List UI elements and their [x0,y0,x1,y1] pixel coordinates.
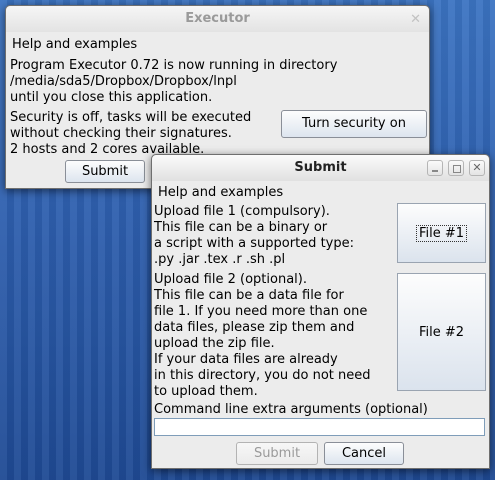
file2-line-2: This file can be a data file for [154,288,344,303]
args-label: Command line extra arguments (optional) [154,402,428,417]
executor-title: Executor [185,11,250,26]
close-icon[interactable]: ✕ [469,160,485,176]
args-input[interactable] [154,418,485,436]
file2-button-label: File #2 [418,324,465,340]
status-line-1: Program Executor 0.72 is now running in … [10,58,338,73]
file2-line-3: file 1. If you need more than one [154,304,368,319]
menu-help-and-examples[interactable]: Help and examples [12,37,137,52]
submit-button[interactable]: Submit [236,442,318,465]
submit-title: Submit [294,160,347,175]
file2-line-5: upload the zip file. [154,336,275,351]
executor-titlebar[interactable]: Executor [6,6,429,32]
status-line-2: /media/sda5/Dropbox/Dropbox/lnpl [10,74,237,89]
file1-line-2: This file can be a binary or [154,220,328,235]
file1-button[interactable]: File #1 [397,203,486,263]
executor-menubar: Help and examples [6,34,429,55]
status-line-3: until you close this application. [10,90,213,105]
file2-line-1: Upload file 2 (optional). [154,272,307,287]
file1-line-1: Upload file 1 (compulsory). [154,204,330,219]
file2-line-6: If your data files are already [154,352,338,367]
minimize-icon[interactable] [427,160,443,176]
file2-line-8: to upload them. [154,384,258,399]
file2-button[interactable]: File #2 [397,273,486,391]
security-line-1: Security is off, tasks will be executed [10,110,252,125]
file2-line-4: data files, please zip them and [154,320,355,335]
file1-line-3: a script with a supported type: [154,236,354,251]
submit-dialog: Submit ✕ Help and examples Upload file 1… [151,154,490,469]
maximize-icon[interactable] [448,160,464,176]
file2-line-7: in this directory, you do not need [154,368,371,383]
close-icon[interactable]: ✕ [410,12,421,28]
security-line-2: without checking their signatures. [10,126,232,141]
file1-line-4: .py .jar .tex .r .sh .pl [154,252,286,267]
submit-menubar: Help and examples [152,182,489,203]
turn-security-on-button[interactable]: Turn security on [281,110,427,138]
menu-help-and-examples[interactable]: Help and examples [158,185,283,200]
file1-button-label: File #1 [415,224,468,242]
executor-submit-button[interactable]: Submit [65,160,145,183]
cancel-button[interactable]: Cancel [324,442,404,465]
